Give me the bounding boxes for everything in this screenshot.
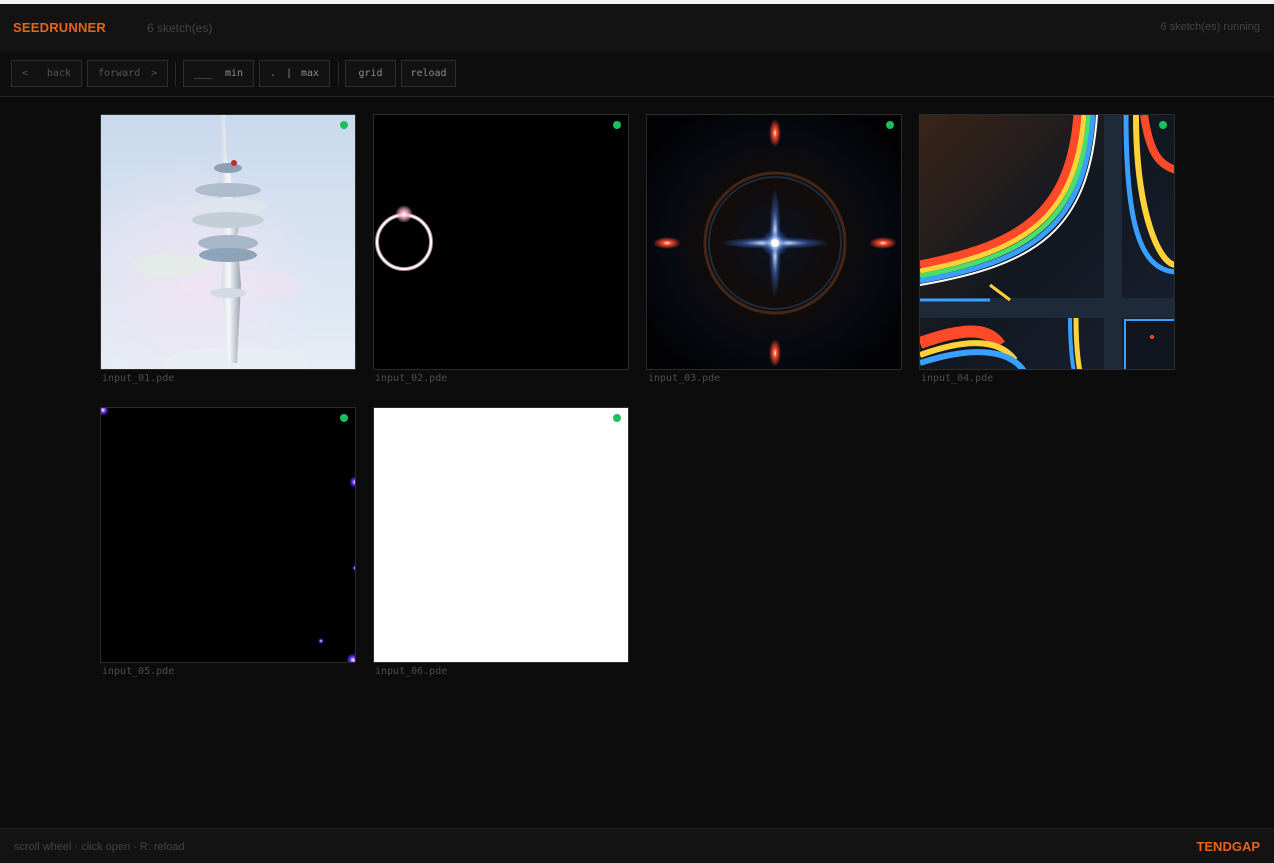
status-dot-icon	[613, 121, 621, 129]
grid-button[interactable]: grid	[345, 60, 396, 87]
sketch-preview-particles	[101, 408, 355, 662]
reload-label: reload	[410, 68, 447, 79]
status-dot-icon	[340, 121, 348, 129]
sketch-grid: input_01.pde input_02.pde input_03.pde i…	[0, 97, 1274, 827]
sketch-count: 6 sketch(es)	[147, 21, 213, 35]
forward-arrow-icon: >	[150, 68, 157, 79]
footer-credit: TENDGAP	[1196, 839, 1260, 854]
maximize-bar-icon: |	[286, 68, 293, 79]
footer-bar: scroll wheel · click open · R: reload TE…	[0, 828, 1274, 863]
toolbar: < back forward > ___ min . | max grid re…	[0, 51, 1274, 97]
sketch-filename: input_01.pde	[102, 373, 175, 384]
sketch-thumbnail[interactable]	[919, 114, 1175, 370]
minimize-label: min	[224, 68, 243, 79]
back-button[interactable]: < back	[11, 60, 82, 87]
reload-button[interactable]: reload	[401, 60, 456, 87]
sketch-filename: input_06.pde	[375, 666, 448, 677]
sketch-preview-starburst	[647, 115, 901, 369]
minimize-icon: ___	[194, 68, 213, 79]
back-arrow-icon: <	[22, 68, 29, 79]
maximize-label: max	[300, 68, 319, 79]
sketch-preview-blank	[374, 408, 628, 662]
sketch-filename: input_02.pde	[375, 373, 448, 384]
sketch-thumbnail[interactable]	[373, 114, 629, 370]
header-bar: SEEDRUNNER 6 sketch(es) 6 sketch(es) run…	[0, 4, 1274, 51]
keyboard-hint: scroll wheel · click open · R: reload	[14, 841, 185, 853]
sketch-preview-ring	[374, 115, 628, 369]
maximize-dot-icon: .	[270, 68, 277, 79]
status-dot-icon	[340, 414, 348, 422]
sketch-preview-tower	[101, 115, 355, 369]
back-label: back	[46, 68, 71, 79]
sketch-preview-rainbow	[920, 115, 1174, 369]
status-dot-icon	[1159, 121, 1167, 129]
forward-button[interactable]: forward >	[87, 60, 168, 87]
minimize-button[interactable]: ___ min	[183, 60, 254, 87]
sketch-thumbnail[interactable]	[646, 114, 902, 370]
running-status: 6 sketch(es) running	[1160, 21, 1260, 33]
sketch-filename: input_05.pde	[102, 666, 175, 677]
sketch-filename: input_04.pde	[921, 373, 994, 384]
status-dot-icon	[886, 121, 894, 129]
maximize-button[interactable]: . | max	[259, 60, 330, 87]
app-brand: SEEDRUNNER	[13, 20, 107, 35]
sketch-thumbnail[interactable]	[100, 407, 356, 663]
status-dot-icon	[613, 414, 621, 422]
forward-label: forward	[98, 68, 141, 79]
grid-label: grid	[358, 68, 383, 79]
toolbar-divider	[175, 62, 176, 86]
sketch-thumbnail[interactable]	[100, 114, 356, 370]
toolbar-divider	[338, 62, 339, 86]
sketch-thumbnail[interactable]	[373, 407, 629, 663]
sketch-filename: input_03.pde	[648, 373, 721, 384]
